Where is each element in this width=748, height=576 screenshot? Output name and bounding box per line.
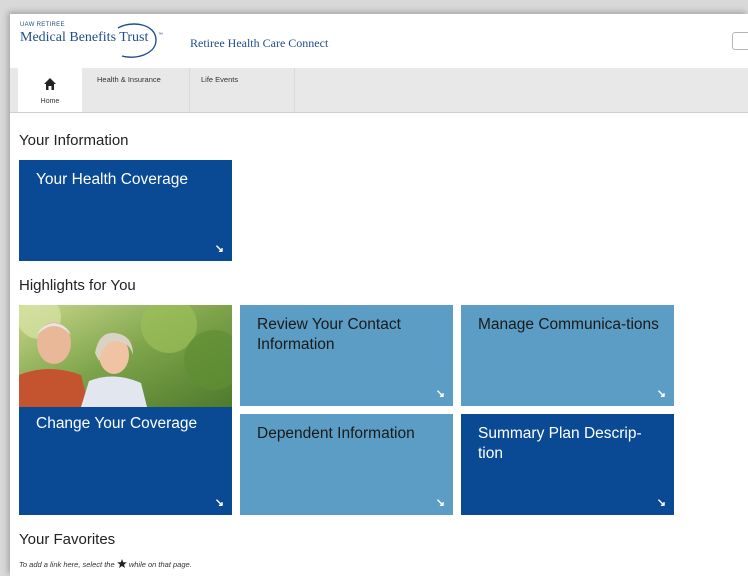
logo-swoosh-icon [117,23,157,58]
home-icon [44,78,56,90]
arrow-icon: ↘ [214,497,224,509]
arrow-icon: ↘ [656,497,666,509]
tile-title: Manage Communica-tions [478,316,659,333]
photo-image [19,305,232,407]
tile-title: Review Your Contact Information [257,316,401,353]
tile-your-health-coverage[interactable]: Your Health Coverage ↘ [19,160,232,261]
seniors-photo[interactable] [19,305,232,407]
favorites-note-end: while on that page. [128,560,192,569]
your-information-heading: Your Information [19,132,129,149]
star-icon [116,559,127,568]
site-header: UAW RETIREE Medical Benefits Trust ™ Ret… [10,14,748,68]
highlights-heading: Highlights for You [19,277,136,294]
search-input[interactable] [732,32,748,50]
nav-life-events[interactable]: Life Events [195,68,295,112]
main-nav: Home Health & Insurance Life Events [10,68,748,113]
browser-page: UAW RETIREE Medical Benefits Trust ™ Ret… [10,14,748,576]
tile-title: Dependent Information [257,425,415,442]
nav-home[interactable]: Home [18,68,82,112]
nav-home-label: Home [40,98,60,105]
favorites-instruction: To add a link here, select the while on … [19,559,192,569]
site-title: Retiree Health Care Connect [190,36,329,50]
arrow-icon: ↘ [656,388,666,400]
logo-tagline: UAW RETIREE [20,22,65,28]
tile-manage-communications[interactable]: Manage Communica-tions ↘ [461,305,674,406]
tile-title: Change Your Coverage [36,415,198,432]
arrow-icon: ↘ [435,497,445,509]
tile-summary-plan-description[interactable]: Summary Plan Descrip-tion ↘ [461,414,674,515]
arrow-icon: ↘ [435,388,445,400]
tile-title: Summary Plan Descrip-tion [478,425,642,462]
arrow-icon: ↘ [214,243,224,255]
tile-change-your-coverage[interactable]: Change Your Coverage ↘ [19,407,232,515]
site-logo[interactable]: UAW RETIREE Medical Benefits Trust ™ [20,22,163,62]
tile-dependent-information[interactable]: Dependent Information ↘ [240,414,453,515]
nav-health-insurance[interactable]: Health & Insurance [90,68,190,112]
tile-title: Your Health Coverage [36,171,188,188]
favorites-note-start: To add a link here, select the [19,560,115,569]
tile-review-contact-information[interactable]: Review Your Contact Information ↘ [240,305,453,406]
your-favorites-heading: Your Favorites [19,531,116,548]
